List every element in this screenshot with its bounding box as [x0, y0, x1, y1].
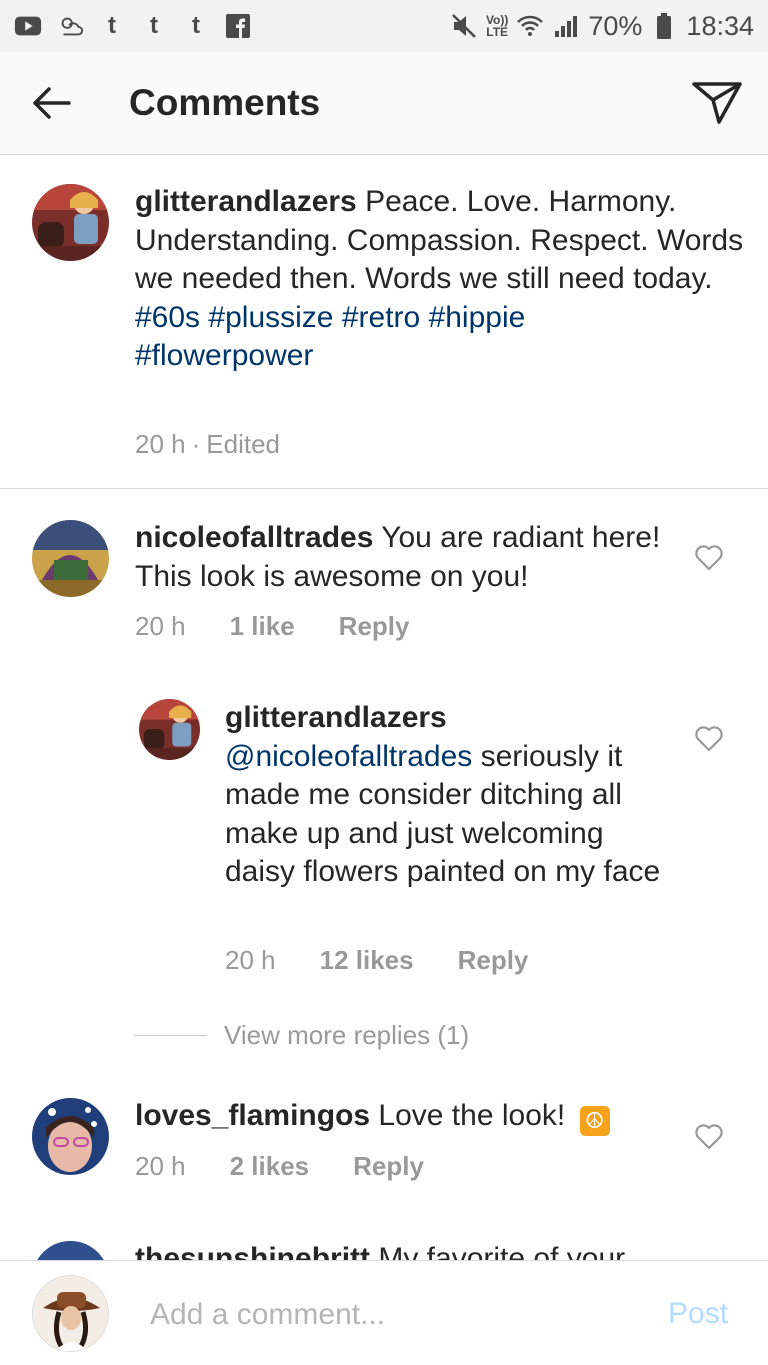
post-button[interactable]: Post [668, 1297, 728, 1331]
likes-count[interactable]: 2 likes [230, 1151, 310, 1182]
comment-text: thesunshinebritt My favorite of your [135, 1240, 665, 1260]
caption-meta: 20 h · Edited [135, 429, 280, 460]
tumblr-icon: t [150, 12, 158, 39]
heart-icon[interactable] [694, 724, 724, 752]
avatar[interactable] [32, 1098, 109, 1175]
add-comment-input[interactable] [150, 1293, 630, 1337]
caption-username[interactable]: glitterandlazers [135, 185, 357, 218]
likes-count[interactable]: 12 likes [320, 945, 414, 976]
comments-list[interactable]: glitterandlazers Peace. Love. Harmony. U… [0, 156, 768, 1260]
tumblr-icon: t [108, 12, 116, 39]
view-more-replies-label[interactable]: View more replies (1) [224, 1020, 469, 1051]
comment-body: My favorite of your [378, 1242, 626, 1260]
avatar[interactable] [32, 520, 109, 597]
back-button[interactable] [28, 80, 74, 126]
mention-link[interactable]: @nicoleofalltrades [225, 740, 472, 773]
comment-meta: 20 h 2 likes Reply [135, 1151, 424, 1182]
comment-composer: Post [0, 1260, 768, 1365]
caption-text: glitterandlazers Peace. Love. Harmony. U… [135, 183, 745, 376]
signal-icon [552, 12, 580, 40]
avatar[interactable] [32, 1241, 109, 1260]
comment-username[interactable]: nicoleofalltrades [135, 521, 373, 554]
view-more-replies[interactable]: View more replies (1) [134, 1020, 469, 1051]
hashtag[interactable]: #60s [135, 301, 200, 334]
page-title: Comments [129, 82, 321, 123]
hashtag[interactable]: #plussize [208, 301, 333, 334]
status-bar: t t t Vo)) LTE 70% 18:34 [0, 0, 768, 52]
likes-count[interactable]: 1 like [230, 611, 295, 642]
heart-icon[interactable] [694, 1122, 724, 1150]
comment-body: Love the look! [378, 1099, 566, 1132]
send-icon [692, 82, 742, 124]
youtube-icon [14, 12, 42, 40]
reply-button[interactable]: Reply [458, 945, 529, 976]
facebook-icon [224, 12, 252, 40]
comment-meta: 20 h 1 like Reply [135, 611, 409, 642]
comment-time: 20 h [135, 1151, 186, 1181]
reply-username[interactable]: glitterandlazers [225, 701, 447, 734]
reply-time: 20 h [225, 945, 276, 975]
comment-time: 20 h [135, 611, 186, 641]
volte-indicator: Vo)) LTE [485, 13, 509, 39]
caption-time: 20 h [135, 429, 186, 459]
weather-icon [56, 12, 84, 40]
hashtag[interactable]: #retro [342, 301, 420, 334]
notification-icons: t t t [14, 12, 252, 40]
share-button[interactable] [690, 78, 744, 128]
comment-text: loves_flamingos Love the look! ☮ [135, 1097, 665, 1137]
reply-text: glitterandlazers @nicoleofalltrades seri… [225, 699, 665, 892]
battery-percent: 70% [588, 10, 643, 41]
hashtag[interactable]: #hippie [429, 301, 526, 334]
comment-username[interactable]: thesunshinebritt [135, 1242, 370, 1260]
tumblr-icon: t [192, 12, 200, 39]
heart-icon[interactable] [694, 543, 724, 571]
hashtag[interactable]: #flowerpower [135, 339, 313, 372]
avatar[interactable] [32, 184, 109, 261]
arrow-left-icon [33, 87, 71, 119]
divider [0, 488, 768, 489]
edited-label: Edited [206, 429, 281, 459]
clock: 18:34 [686, 10, 754, 41]
system-status: Vo)) LTE 70% 18:34 [450, 11, 754, 42]
wifi-icon [516, 12, 544, 40]
avatar[interactable] [139, 699, 200, 760]
battery-icon [650, 12, 678, 40]
reply-button[interactable]: Reply [353, 1151, 424, 1182]
reply-button[interactable]: Reply [339, 611, 410, 642]
meta-separator: · [191, 429, 201, 459]
mute-icon [450, 12, 478, 40]
app-header: Comments [0, 52, 768, 155]
comment-username[interactable]: loves_flamingos [135, 1099, 370, 1132]
peace-emoji: ☮ [579, 1106, 610, 1137]
comment-text: nicoleofalltrades You are radiant here! … [135, 519, 665, 596]
reply-meta: 20 h 12 likes Reply [225, 945, 528, 976]
avatar [32, 1275, 109, 1352]
thread-line [134, 1035, 206, 1036]
